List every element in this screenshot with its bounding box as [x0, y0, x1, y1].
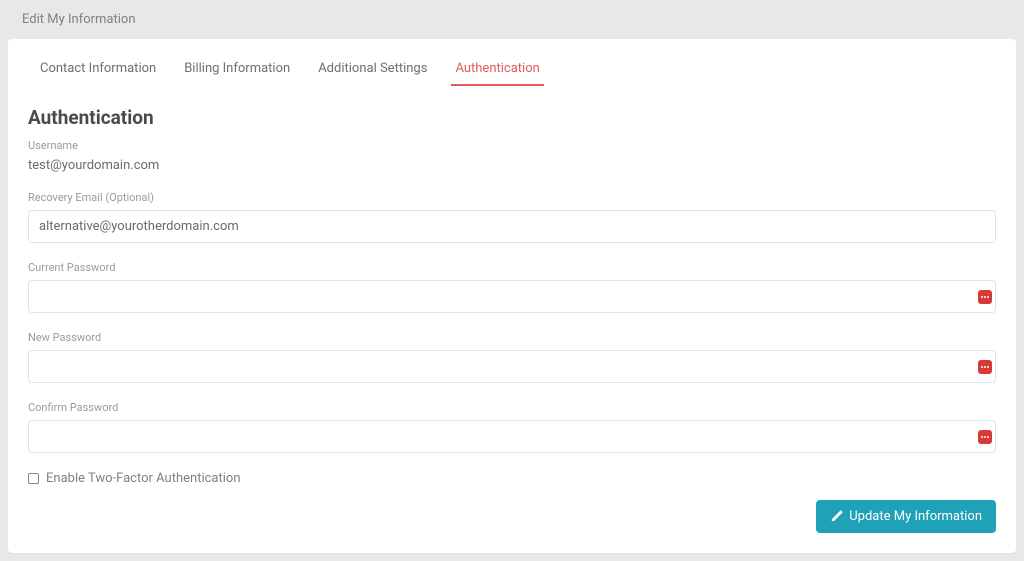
field-new-password: New Password: [28, 331, 996, 383]
confirm-password-label: Confirm Password: [28, 401, 996, 414]
current-password-label: Current Password: [28, 261, 996, 274]
recovery-email-label: Recovery Email (Optional): [28, 191, 996, 204]
new-password-input[interactable]: [28, 350, 996, 383]
update-button-label: Update My Information: [849, 509, 982, 524]
tab-billing-information[interactable]: Billing Information: [172, 49, 302, 88]
field-current-password: Current Password: [28, 261, 996, 313]
username-value: test@yourdomain.com: [28, 158, 996, 173]
edit-icon: [830, 510, 843, 523]
page-title: Edit My Information: [22, 12, 136, 27]
page-header: Edit My Information: [0, 0, 1024, 39]
tabs-bar: Contact Information Billing Information …: [8, 39, 1016, 88]
update-button[interactable]: Update My Information: [816, 500, 996, 533]
tab-authentication[interactable]: Authentication: [443, 49, 551, 88]
form-card: Contact Information Billing Information …: [8, 39, 1016, 553]
button-row: Update My Information: [28, 500, 996, 533]
tab-contact-information[interactable]: Contact Information: [28, 49, 168, 88]
field-confirm-password: Confirm Password: [28, 401, 996, 453]
password-manager-icon[interactable]: [978, 360, 992, 374]
two-factor-row: Enable Two-Factor Authentication: [28, 471, 996, 486]
recovery-email-input[interactable]: [28, 210, 996, 243]
two-factor-checkbox[interactable]: [28, 473, 39, 484]
section-title: Authentication: [28, 106, 996, 129]
two-factor-label[interactable]: Enable Two-Factor Authentication: [46, 471, 241, 486]
current-password-input[interactable]: [28, 280, 996, 313]
new-password-label: New Password: [28, 331, 996, 344]
tab-content: Authentication Username test@yourdomain.…: [8, 88, 1016, 553]
confirm-password-input[interactable]: [28, 420, 996, 453]
field-recovery-email: Recovery Email (Optional): [28, 191, 996, 243]
password-manager-icon[interactable]: [978, 290, 992, 304]
password-manager-icon[interactable]: [978, 430, 992, 444]
tab-additional-settings[interactable]: Additional Settings: [306, 49, 439, 88]
field-username: Username test@yourdomain.com: [28, 139, 996, 173]
username-label: Username: [28, 139, 996, 152]
